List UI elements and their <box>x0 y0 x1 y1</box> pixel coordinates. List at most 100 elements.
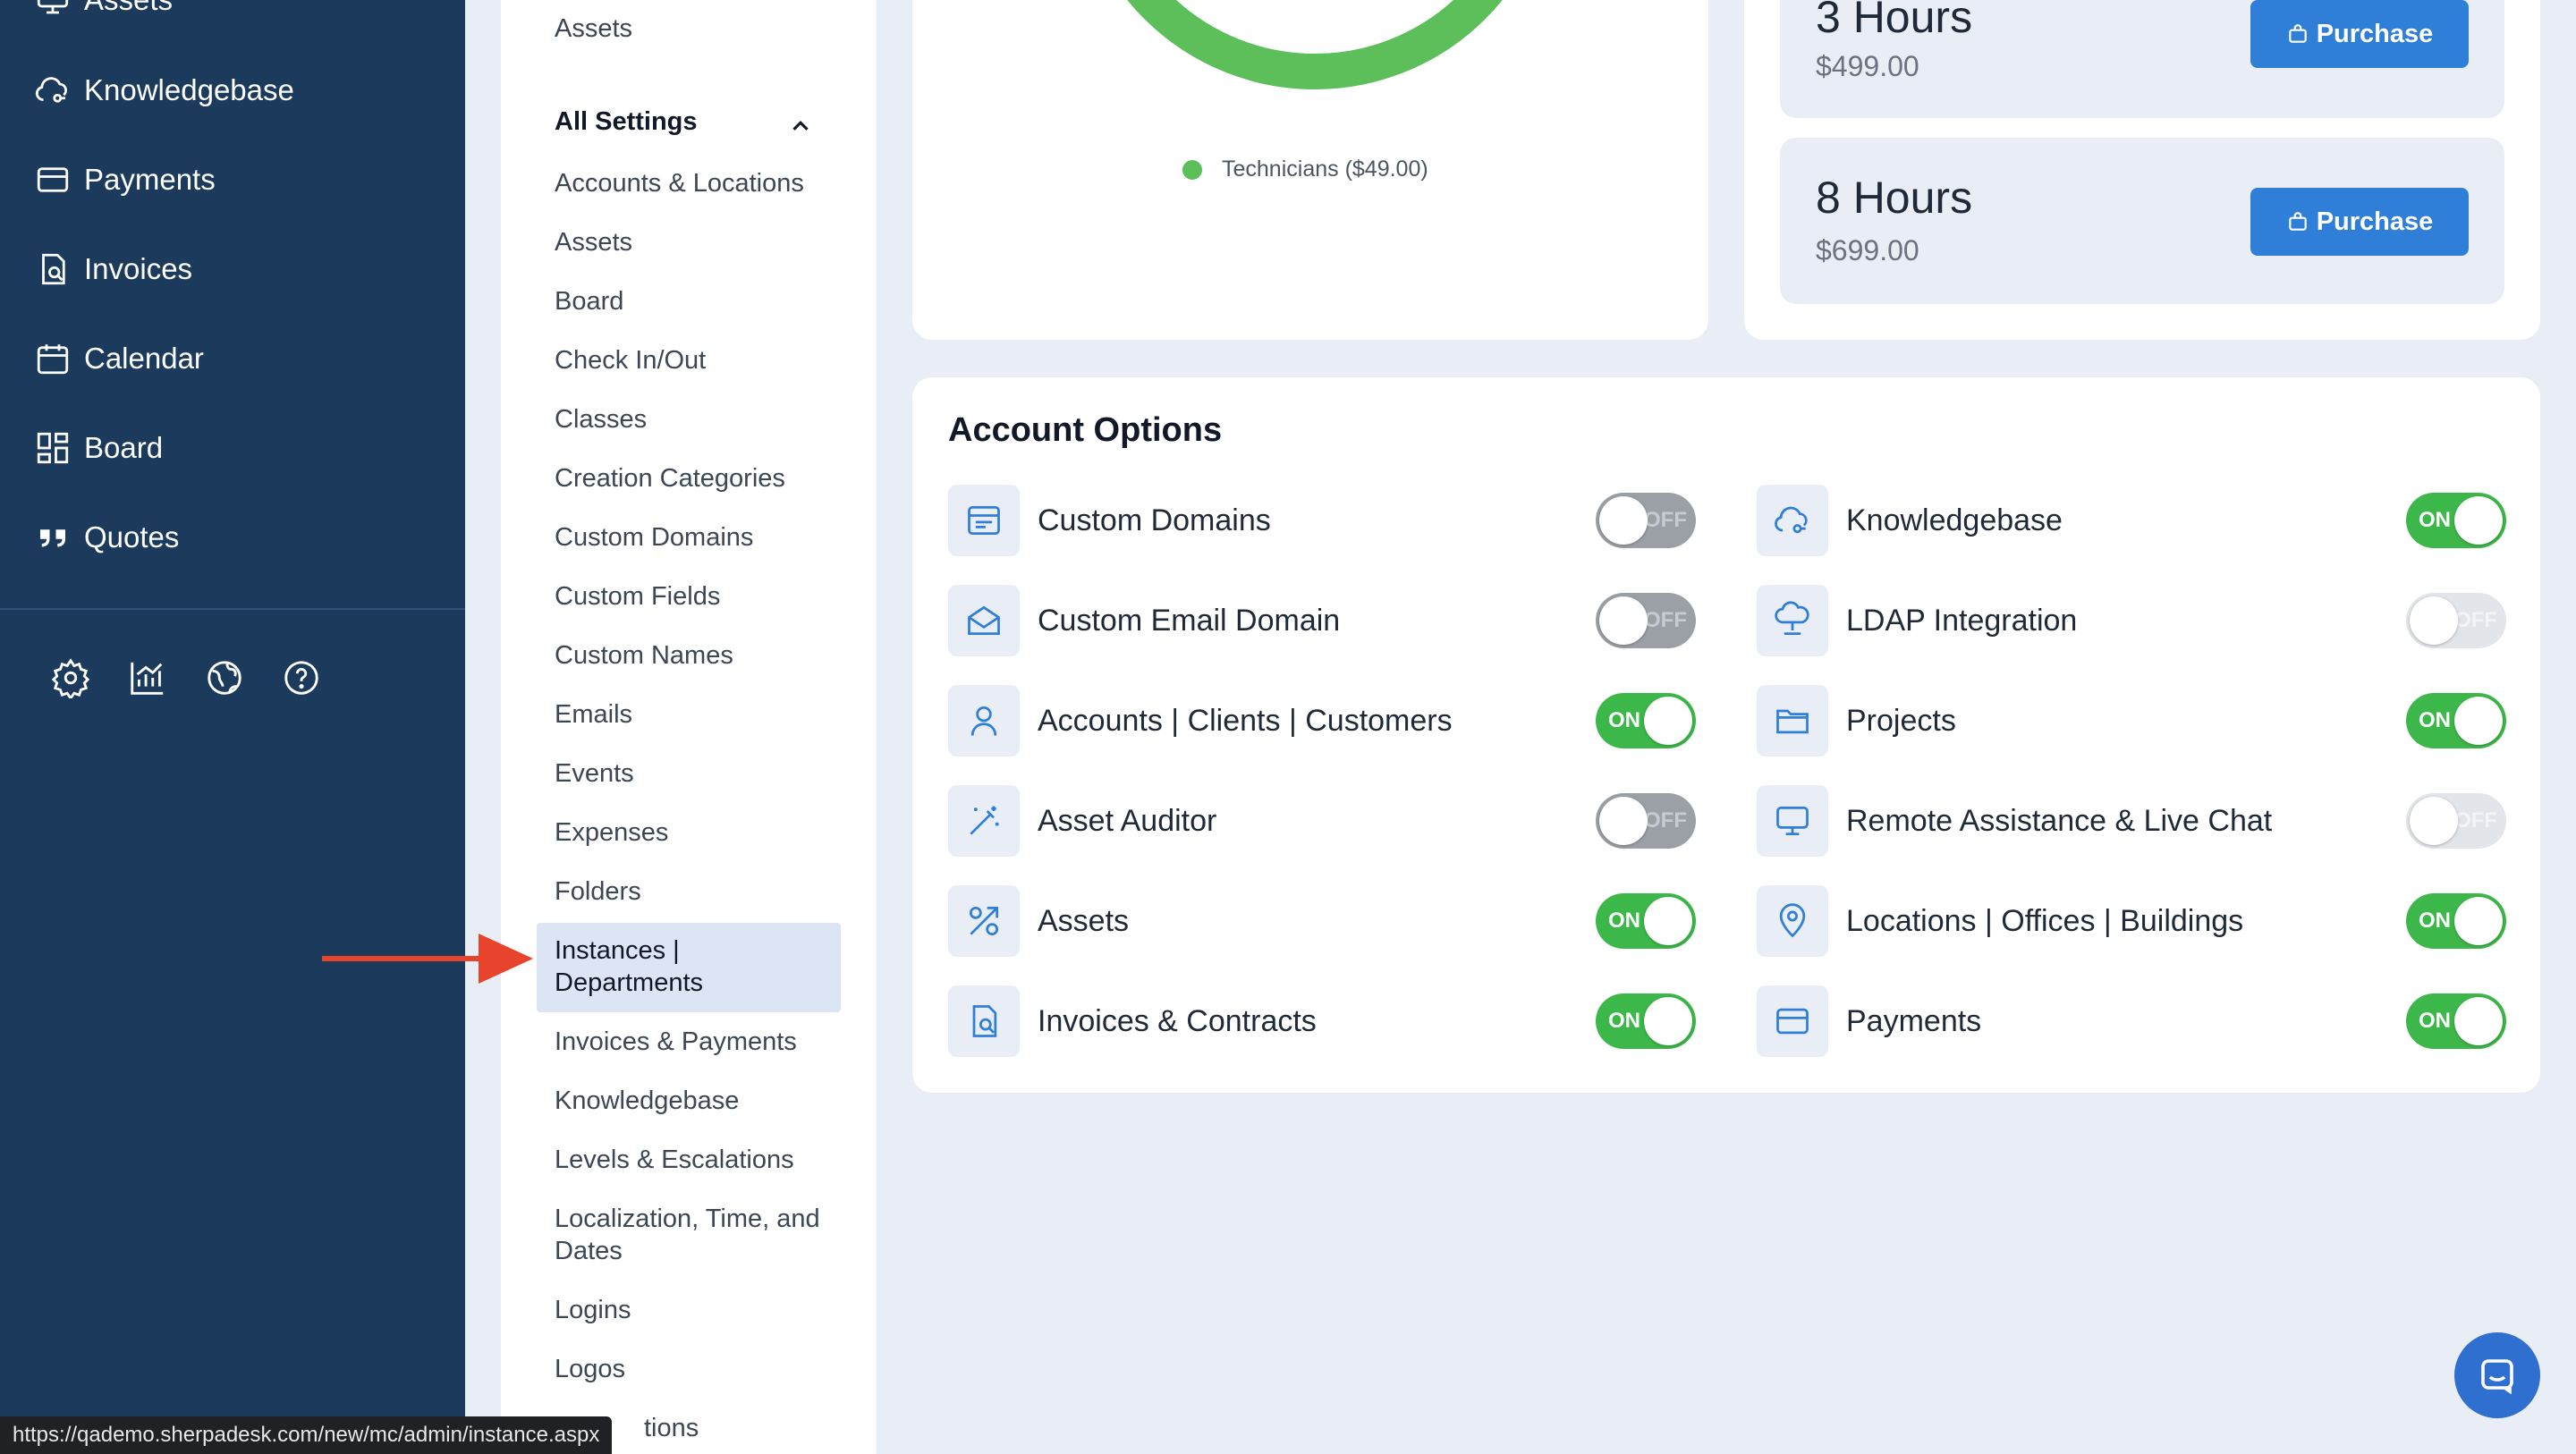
toggle-asset-auditor[interactable]: OFF <box>1596 793 1696 849</box>
calendar-icon <box>37 344 69 375</box>
purchase-button-label: Purchase <box>2316 19 2434 48</box>
toggle-ldap-integration[interactable]: OFF <box>2406 593 2506 648</box>
subnav-item[interactable]: tions <box>644 1412 699 1444</box>
toggle-state: ON <box>1608 708 1640 732</box>
toggle-state: ON <box>2419 708 2451 732</box>
subnav-item[interactable]: Custom Fields <box>555 580 720 613</box>
subnav-item[interactable]: Expenses <box>555 816 668 849</box>
board-icon <box>37 432 69 464</box>
sidebar-item-calendar[interactable]: Calendar <box>34 332 204 385</box>
toggle-accounts[interactable]: ON <box>1596 693 1696 748</box>
toggle-assets[interactable]: ON <box>1596 893 1696 949</box>
option-icon-box <box>948 885 1020 957</box>
subnav-item[interactable]: Folders <box>555 875 641 908</box>
subnav-item[interactable]: Creation Categories <box>555 462 785 495</box>
toggle-projects[interactable]: ON <box>2406 693 2506 748</box>
help-icon[interactable] <box>281 657 322 698</box>
toggle-knob <box>2454 697 2503 745</box>
subnav-item[interactable]: Localization, Time, and Dates <box>555 1203 823 1267</box>
subnav-item[interactable]: Knowledgebase <box>555 1085 739 1117</box>
toggle-custom-email-domain[interactable]: OFF <box>1596 593 1696 648</box>
globe-icon[interactable] <box>204 657 245 698</box>
toggle-locations[interactable]: ON <box>2406 893 2506 949</box>
subnav-item[interactable]: Assets <box>555 226 632 258</box>
legend-color-dot <box>1182 160 1202 180</box>
subnav-item[interactable]: Logins <box>555 1294 631 1326</box>
purchase-button[interactable]: Purchase <box>2250 188 2469 256</box>
option-icon-box <box>1757 485 1828 556</box>
sidebar-item-payments[interactable]: Payments <box>34 153 216 207</box>
chevron-up-icon[interactable] <box>787 113 814 139</box>
chat-launcher-button[interactable] <box>2454 1332 2540 1418</box>
subnav-item[interactable]: Custom Domains <box>555 521 753 554</box>
toggle-knob <box>2454 997 2503 1045</box>
option-icon-box <box>948 485 1020 556</box>
chart-legend-label: Technicians ($49.00) <box>1222 156 1428 182</box>
sidebar-item-label: Board <box>84 431 164 464</box>
utility-icons <box>50 657 322 698</box>
subnav-item[interactable]: Board <box>555 285 623 317</box>
option-icon-box <box>1757 585 1828 656</box>
subnav-item[interactable]: Accounts & Locations <box>555 167 804 199</box>
subnav-item[interactable]: Invoices & Payments <box>555 1026 797 1058</box>
option-icon-box <box>948 985 1020 1057</box>
toggle-state: ON <box>2419 508 2451 532</box>
user-icon <box>970 706 997 736</box>
sidebar-divider <box>0 608 465 610</box>
sidebar-item-label: Payments <box>84 163 216 196</box>
quote-icon <box>40 529 65 547</box>
sidebar-item-label: Invoices <box>84 252 193 285</box>
toggle-knowledgebase[interactable]: ON <box>2406 493 2506 548</box>
magic-wand-icon <box>970 806 999 835</box>
toggle-payments[interactable]: ON <box>2406 993 2506 1049</box>
subnav-item[interactable]: Classes <box>555 403 647 435</box>
toggle-knob <box>1644 997 1692 1045</box>
subnav-item[interactable]: Events <box>555 757 634 790</box>
toggle-state: OFF <box>1644 608 1687 632</box>
purchase-button[interactable]: Purchase <box>2250 0 2469 68</box>
sidebar-item-quotes[interactable]: Quotes <box>34 511 179 564</box>
gear-icon[interactable] <box>50 657 91 698</box>
toggle-knob <box>2410 596 2458 645</box>
sidebar-item-knowledgebase[interactable]: Knowledgebase <box>34 63 294 117</box>
subnav-item[interactable]: Emails <box>555 698 632 731</box>
toggle-knob <box>1599 496 1648 545</box>
invoice-search-icon <box>972 1005 997 1037</box>
donut-chart <box>1127 0 1503 89</box>
shopping-bag-icon <box>2288 212 2307 231</box>
settings-subnav: Assets All Settings Accounts & Locations… <box>501 0 877 1454</box>
sidebar-item-board[interactable]: Board <box>34 421 163 475</box>
toggle-invoices-contracts[interactable]: ON <box>1596 993 1696 1049</box>
toggle-remote-assistance[interactable]: OFF <box>2406 793 2506 849</box>
subnav-item[interactable]: Levels & Escalations <box>555 1144 794 1176</box>
sidebar-item-assets[interactable]: Assets <box>34 0 173 27</box>
toggle-state: OFF <box>1644 508 1687 532</box>
subnav-item[interactable]: Custom Names <box>555 639 733 672</box>
toggle-custom-domains[interactable]: OFF <box>1596 493 1696 548</box>
hours-title: 8 Hours <box>1816 173 1973 223</box>
sidebar-item-invoices[interactable]: Invoices <box>34 242 192 296</box>
hours-price: $499.00 <box>1816 50 1919 82</box>
toggle-state: OFF <box>2454 808 2497 833</box>
subnav-item-instances-departments[interactable]: Instances | Departments <box>555 934 778 999</box>
all-settings-header[interactable]: All Settings <box>555 107 698 137</box>
option-icon-box <box>948 585 1020 656</box>
invoice-icon <box>42 253 65 285</box>
hours-option-3: 3 Hours $499.00 Purchase <box>1780 0 2504 118</box>
purchase-button-label: Purchase <box>2316 207 2434 236</box>
option-icon-box <box>948 685 1020 757</box>
toggle-knob <box>1599 797 1648 845</box>
option-label: Remote Assistance & Live Chat <box>1846 804 2273 838</box>
sidebar-item-label: Calendar <box>84 342 204 375</box>
option-label: Invoices & Contracts <box>1038 1004 1317 1038</box>
knowledge-icon <box>35 77 68 103</box>
option-label: Projects <box>1846 704 1956 738</box>
subnav-item[interactable]: Check In/Out <box>555 344 706 376</box>
hours-price: $699.00 <box>1816 234 1919 266</box>
subnav-item-assets-top[interactable]: Assets <box>555 13 632 45</box>
subnav-item[interactable]: Logos <box>555 1353 625 1385</box>
chart-icon[interactable] <box>127 657 168 698</box>
option-label: Asset Auditor <box>1038 804 1217 838</box>
option-label: Locations | Offices | Buildings <box>1846 904 2244 938</box>
toggle-knob <box>1599 596 1648 645</box>
